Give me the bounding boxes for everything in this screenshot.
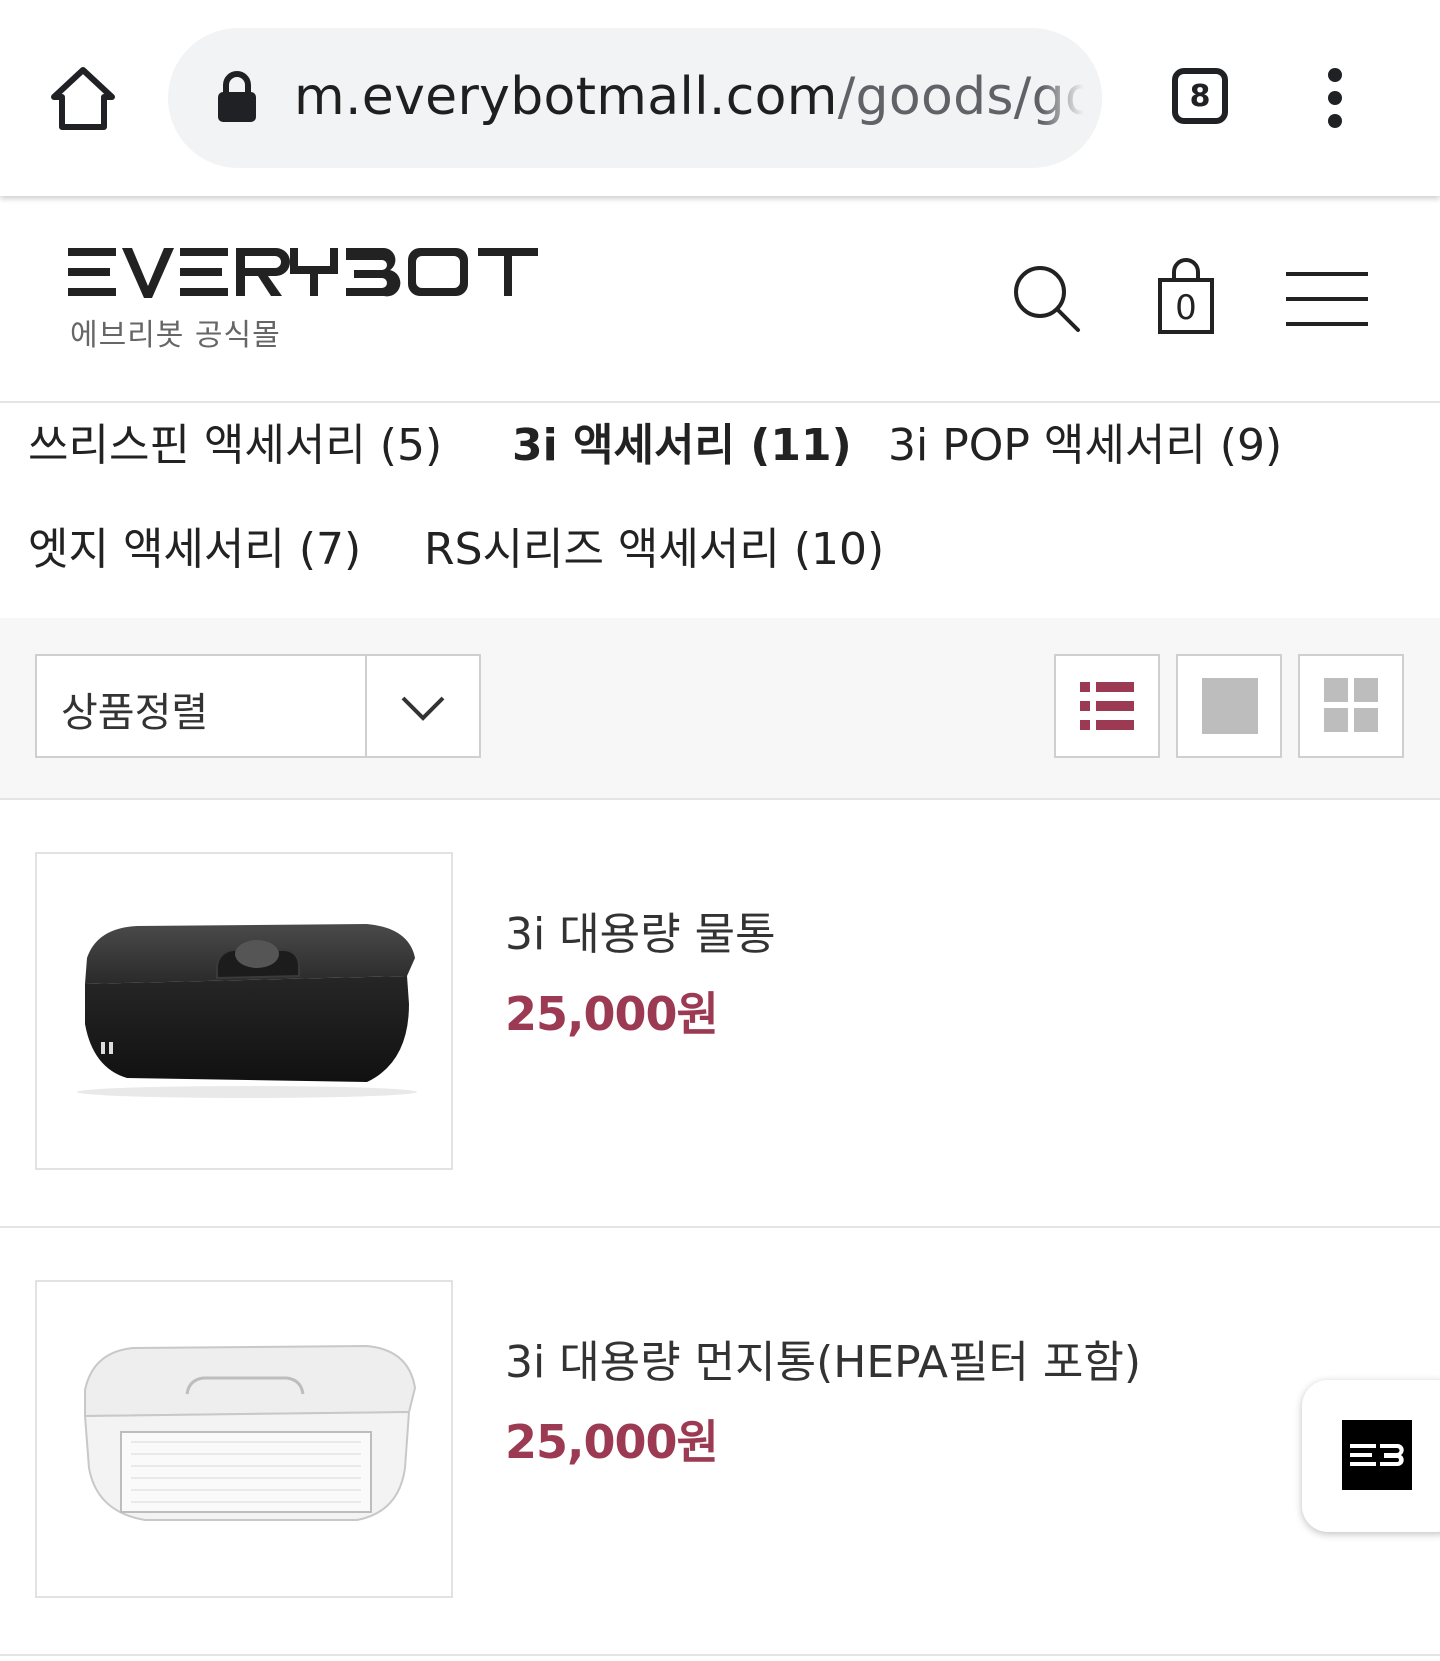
- single-view-button[interactable]: [1176, 654, 1282, 758]
- category-item[interactable]: 쓰리스핀 액세서리 (5): [28, 409, 442, 473]
- product-list-item[interactable]: 3i 대용량 물통 25,000원: [0, 800, 1440, 1228]
- category-item[interactable]: 3i POP 액세서리 (9): [888, 409, 1282, 473]
- list-view-icon: [1080, 682, 1134, 730]
- url-domain: m.everybotmall.com: [294, 67, 838, 127]
- everybot-logo[interactable]: [68, 244, 548, 308]
- home-icon[interactable]: [48, 64, 118, 134]
- browser-toolbar: m.everybotmall.com/goods/go 8: [0, 0, 1440, 196]
- cart-button[interactable]: 0: [1156, 258, 1216, 336]
- list-view-button[interactable]: [1054, 654, 1160, 758]
- sort-label: 상품정렬: [61, 690, 209, 736]
- product-price: 25,000원: [505, 987, 719, 1041]
- everybot-badge-icon: [1342, 1420, 1412, 1490]
- grid-view-button[interactable]: [1298, 654, 1404, 758]
- product-name[interactable]: 3i 대용량 물통: [505, 898, 776, 962]
- product-image-water-tank[interactable]: [35, 852, 453, 1170]
- search-icon[interactable]: [1010, 262, 1082, 334]
- product-list-item[interactable]: 3i 대용량 먼지통(HEPA필터 포함) 25,000원: [0, 1228, 1440, 1656]
- url-fade: [1042, 28, 1102, 168]
- category-nav: 쓰리스핀 액세서리 (5) 3i 액세서리 (11) 3i POP 액세서리 (…: [0, 403, 1440, 618]
- single-view-icon: [1202, 678, 1258, 734]
- product-price: 25,000원: [505, 1415, 719, 1469]
- chevron-down-icon[interactable]: [365, 656, 479, 756]
- product-image-dust-bin[interactable]: [35, 1280, 453, 1598]
- site-header: 에브리봇 공식몰 0: [0, 196, 1440, 403]
- category-item[interactable]: 엣지 액세서리 (7): [28, 513, 361, 577]
- category-item-active[interactable]: 3i 액세서리 (11): [512, 409, 852, 473]
- grid-view-icon: [1324, 678, 1378, 732]
- tab-count: 8: [1189, 78, 1211, 114]
- floating-chat-button[interactable]: [1302, 1380, 1440, 1532]
- address-bar[interactable]: m.everybotmall.com/goods/go: [168, 28, 1102, 168]
- cart-count: 0: [1175, 288, 1197, 328]
- hamburger-menu-icon[interactable]: [1286, 272, 1368, 328]
- logo-subtitle: 에브리봇 공식몰: [70, 318, 281, 353]
- lock-icon: [216, 70, 258, 124]
- product-name[interactable]: 3i 대용량 먼지통(HEPA필터 포함): [505, 1326, 1141, 1390]
- sort-bar: 상품정렬: [0, 618, 1440, 800]
- sort-select[interactable]: 상품정렬: [35, 654, 481, 758]
- more-options-icon[interactable]: [1320, 68, 1350, 132]
- tab-switcher-button[interactable]: 8: [1172, 68, 1228, 124]
- category-item[interactable]: RS시리즈 액세서리 (10): [424, 513, 884, 577]
- url-text: m.everybotmall.com/goods/go: [294, 62, 1097, 132]
